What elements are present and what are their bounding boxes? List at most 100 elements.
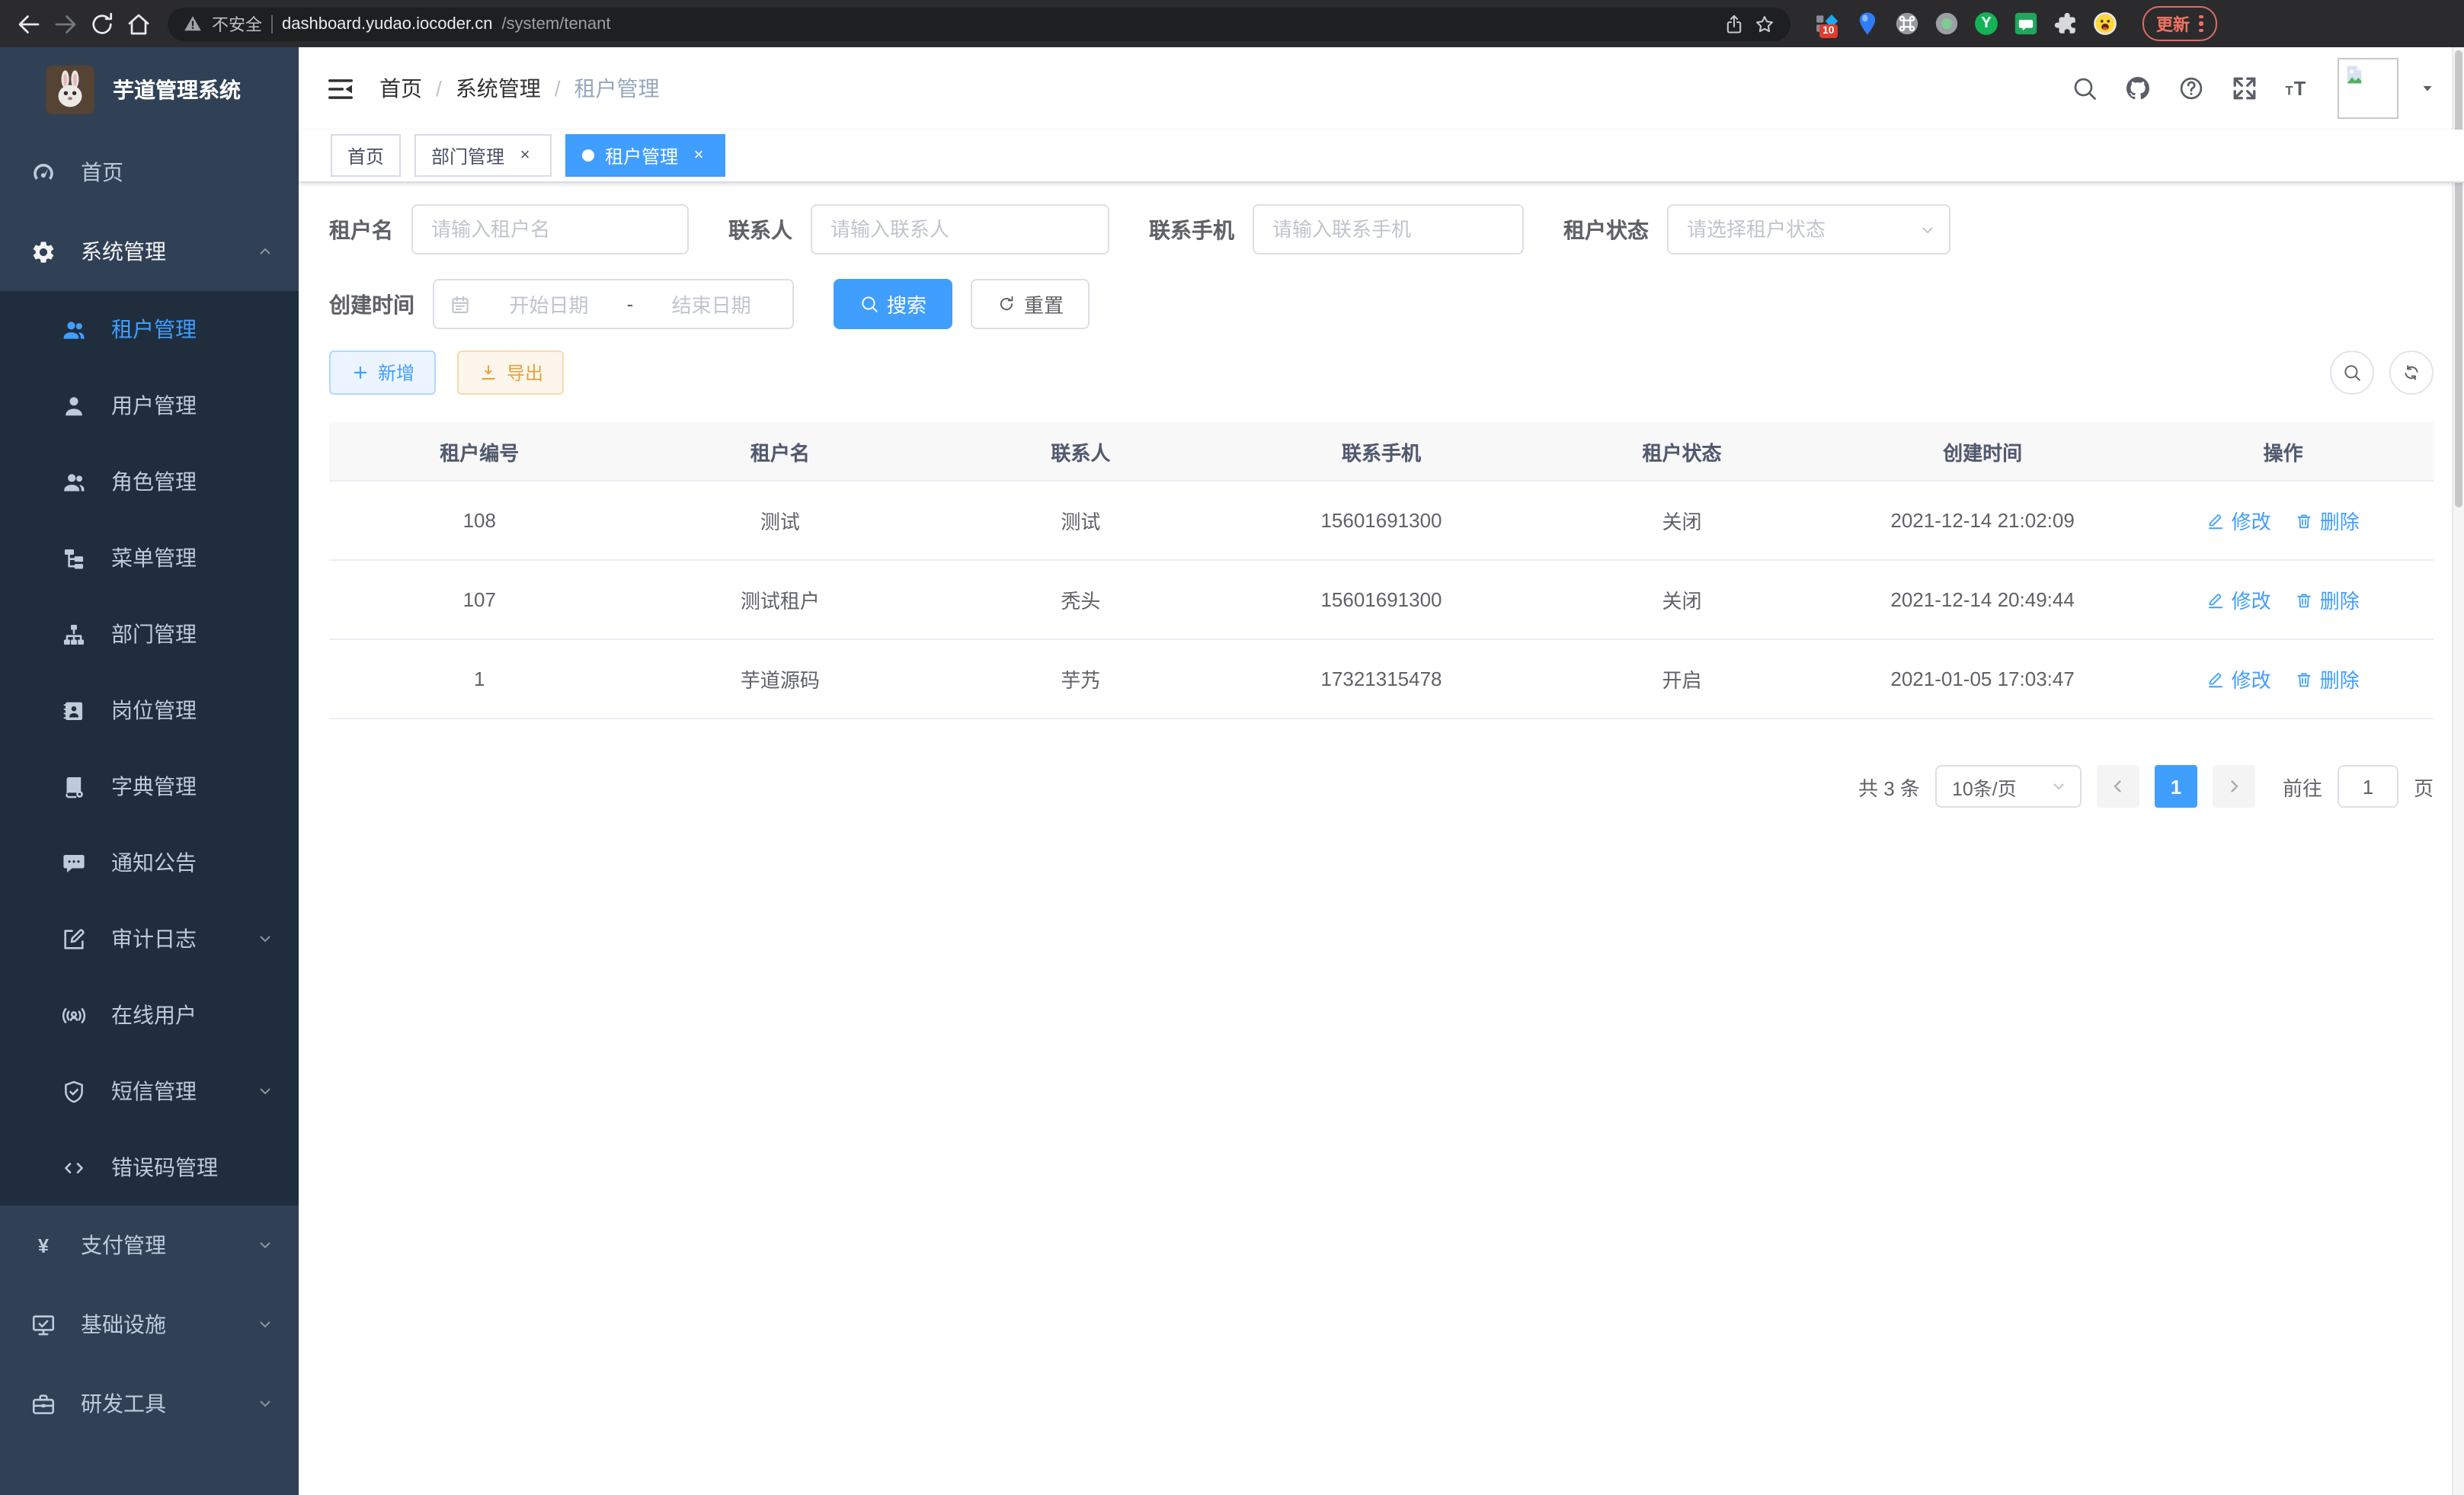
sidebar-item-audit-log[interactable]: 审计日志 <box>0 901 299 977</box>
tab-home[interactable]: 首页 <box>331 134 401 177</box>
extension-recorder-icon[interactable] <box>1934 11 1960 37</box>
cell-created: 2021-01-05 17:03:47 <box>1832 639 2133 719</box>
extension-letter: Y <box>1973 11 1999 37</box>
delete-label: 删除 <box>2320 585 2360 614</box>
sidebar-collapse-icon[interactable] <box>326 74 355 103</box>
tab-dept[interactable]: 部门管理× <box>414 134 552 177</box>
sidebar-item-error-code[interactable]: 错误码管理 <box>0 1129 299 1205</box>
delete-row-button[interactable]: 删除 <box>2296 664 2360 693</box>
tenant-table: 租户编号租户名联系人联系手机租户状态创建时间操作 108测试测试15601691… <box>329 422 2434 719</box>
security-label: 不安全 <box>212 11 262 36</box>
extension-extensions-puzzle-icon[interactable] <box>2053 11 2078 37</box>
extension-wechat-dev-icon[interactable] <box>2013 11 2039 37</box>
scrollbar-thumb[interactable] <box>2455 50 2462 507</box>
browser-back-icon[interactable] <box>15 10 43 37</box>
user-avatar[interactable] <box>2338 58 2398 119</box>
breadcrumb-item[interactable]: 系统管理 <box>456 73 541 104</box>
extension-map-pin-icon[interactable] <box>1854 11 1880 37</box>
breadcrumb: 首页/系统管理/租户管理 <box>379 73 2071 104</box>
sidebar-item-online-user[interactable]: 在线用户 <box>0 977 299 1053</box>
total-count: 共 3 条 <box>1858 772 1920 801</box>
pagination: 共 3 条 1 前往 页 <box>329 765 2434 808</box>
end-date-placeholder[interactable]: 结束日期 <box>645 290 777 319</box>
sidebar-item-devtools[interactable]: 研发工具 <box>0 1364 299 1443</box>
url-host: dashboard.yudao.iocoder.cn <box>282 14 492 33</box>
github-icon[interactable] <box>2124 75 2152 102</box>
sidebar-item-label: 基础设施 <box>81 1309 232 1340</box>
start-date-placeholder[interactable]: 开始日期 <box>483 290 615 319</box>
breadcrumb-item[interactable]: 首页 <box>379 73 422 104</box>
edit-row-button[interactable]: 修改 <box>2207 664 2271 693</box>
edit-label: 修改 <box>2232 506 2271 535</box>
update-label: 更新 <box>2156 11 2190 36</box>
goto-page-input[interactable] <box>2338 765 2398 808</box>
sidebar-item-menu[interactable]: 菜单管理 <box>0 520 299 596</box>
devtools-icon <box>30 1391 56 1417</box>
sidebar-item-system[interactable]: 系统管理 <box>0 212 299 291</box>
sidebar-item-pay[interactable]: ¥支付管理 <box>0 1205 299 1285</box>
help-icon[interactable] <box>2178 75 2205 102</box>
edit-row-button[interactable]: 修改 <box>2207 585 2271 614</box>
sidebar-item-infra[interactable]: 基础设施 <box>0 1285 299 1364</box>
close-tab-icon[interactable]: × <box>689 146 709 165</box>
font-size-icon[interactable]: TT <box>2284 75 2312 102</box>
search-button[interactable]: 搜索 <box>834 279 952 329</box>
prev-page-button[interactable] <box>2097 765 2139 808</box>
avatar-dropdown-icon[interactable] <box>2418 79 2437 98</box>
browser-home-icon[interactable] <box>125 10 152 37</box>
delete-row-button[interactable]: 删除 <box>2296 506 2360 535</box>
contact-input[interactable] <box>811 204 1109 255</box>
refresh-table-button[interactable] <box>2389 351 2434 395</box>
sidebar-item-role[interactable]: 角色管理 <box>0 443 299 520</box>
browser-menu-icon[interactable] <box>2199 15 2203 33</box>
cell-actions: 修改 删除 <box>2133 560 2434 639</box>
close-tab-icon[interactable]: × <box>515 146 535 165</box>
next-page-button[interactable] <box>2213 765 2255 808</box>
extension-profile-emoji-icon[interactable] <box>2092 11 2118 37</box>
toggle-search-button[interactable] <box>2330 351 2374 395</box>
app-logo[interactable]: 芋道管理系统 <box>0 47 299 133</box>
sidebar-item-user[interactable]: 用户管理 <box>0 367 299 443</box>
column-header: 租户名 <box>630 422 931 481</box>
fullscreen-icon[interactable] <box>2231 75 2258 102</box>
sidebar-item-home[interactable]: 首页 <box>0 133 299 212</box>
share-icon[interactable] <box>1723 13 1745 34</box>
mobile-input[interactable] <box>1253 204 1524 255</box>
table-row: 1芋道源码芋艿17321315478开启2021-01-05 17:03:47修… <box>329 639 2434 719</box>
export-button[interactable]: 导出 <box>458 351 565 395</box>
page-size-select[interactable] <box>1935 765 2082 808</box>
address-bar[interactable]: 不安全 dashboard.yudao.iocoder.cn/system/te… <box>168 7 1790 40</box>
delete-row-button[interactable]: 删除 <box>2296 585 2360 614</box>
tab-tenant[interactable]: 租户管理× <box>565 134 725 177</box>
roles-icon <box>61 469 87 495</box>
status-select[interactable] <box>1667 204 1950 255</box>
sidebar-item-notice[interactable]: 通知公告 <box>0 824 299 901</box>
sidebar-item-dict[interactable]: 字典管理 <box>0 748 299 824</box>
edit-row-button[interactable]: 修改 <box>2207 506 2271 535</box>
browser-forward-icon[interactable] <box>52 10 79 37</box>
tenant-name-input[interactable] <box>411 204 689 255</box>
browser-update-button[interactable]: 更新 <box>2142 6 2216 41</box>
extension-yuque-icon[interactable]: Y <box>1973 11 1999 37</box>
not-secure-warning-icon[interactable] <box>183 14 203 34</box>
delete-label: 删除 <box>2320 506 2360 535</box>
extension-tab-manager-icon[interactable]: 10 <box>1815 11 1841 37</box>
extension-command-icon[interactable] <box>1894 11 1920 37</box>
tenant-name-label: 租户名 <box>329 214 393 245</box>
column-header: 联系人 <box>930 422 1231 481</box>
column-header: 租户状态 <box>1531 422 1832 481</box>
page-scrollbar[interactable] <box>2452 47 2464 1495</box>
sidebar-item-post[interactable]: 岗位管理 <box>0 672 299 748</box>
sidebar-item-label: 菜单管理 <box>111 543 274 573</box>
page-number-1[interactable]: 1 <box>2155 765 2197 808</box>
bookmark-star-icon[interactable] <box>1754 13 1775 34</box>
sidebar-item-tenant[interactable]: 租户管理 <box>0 291 299 367</box>
header-search-icon[interactable] <box>2071 75 2098 102</box>
reset-button[interactable]: 重置 <box>971 279 1090 329</box>
add-button[interactable]: 新增 <box>329 351 436 395</box>
browser-reload-icon[interactable] <box>88 10 116 37</box>
download-icon <box>479 363 499 383</box>
sidebar-item-sms[interactable]: 短信管理 <box>0 1053 299 1129</box>
create-time-range-picker[interactable]: 开始日期 - 结束日期 <box>433 279 794 329</box>
sidebar-item-dept[interactable]: 部门管理 <box>0 596 299 672</box>
